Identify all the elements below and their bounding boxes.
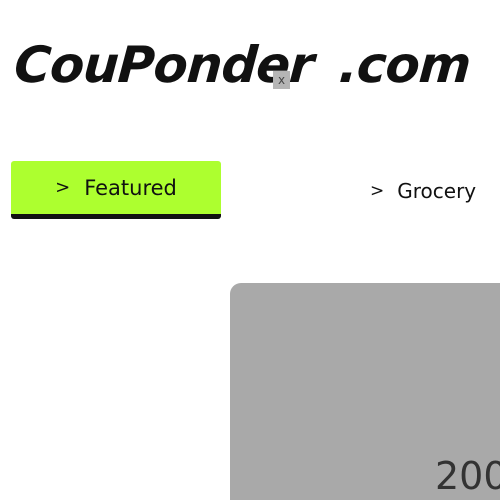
coupon-card[interactable]: 200 [230, 283, 500, 500]
chevron-right-icon: > [370, 181, 385, 201]
nav-tab-featured[interactable]: > Featured [11, 161, 221, 219]
logo-text-main: CouPonder [12, 36, 316, 94]
card-number: 200 [435, 454, 500, 498]
chevron-right-icon: > [55, 177, 71, 198]
nav-tab-grocery-label: Grocery [397, 179, 477, 203]
site-logo[interactable]: CouPonder .com [12, 30, 473, 100]
nav-tab-featured-label: Featured [84, 175, 177, 200]
close-icon[interactable]: x [273, 71, 290, 89]
nav-tab-grocery[interactable]: > Grocery [370, 175, 476, 207]
logo-text-domain: .com [337, 36, 473, 94]
